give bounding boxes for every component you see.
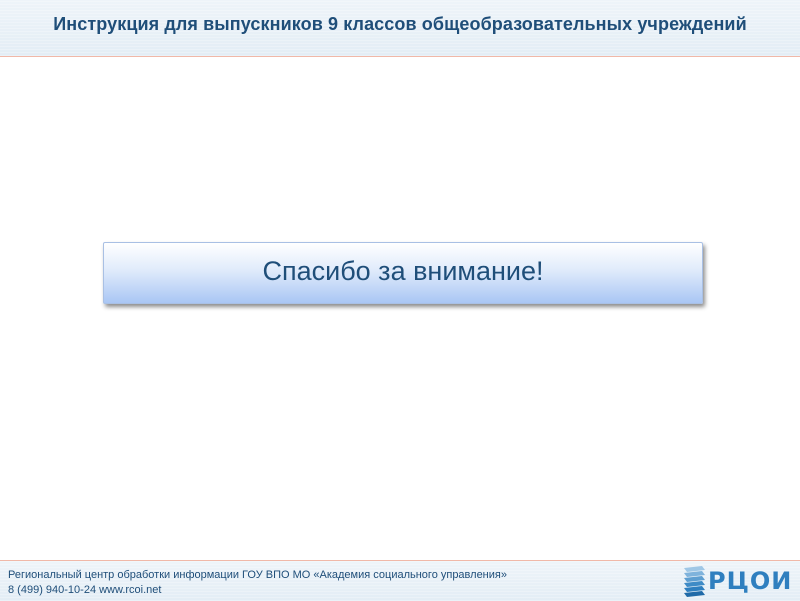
slide-header: Инструкция для выпускников 9 классов общ… — [0, 0, 800, 57]
thanks-box: Спасибо за внимание! — [103, 242, 703, 304]
footer-organization: Региональный центр обработки информации … — [8, 569, 507, 581]
rcoi-logo: РЦОИ — [680, 565, 792, 597]
stacked-sheets-icon — [684, 566, 705, 597]
thanks-text: Спасибо за внимание! — [262, 256, 544, 286]
footer-contacts: 8 (499) 940-10-24 www.rcoi.net — [8, 584, 162, 596]
slide-title: Инструкция для выпускников 9 классов общ… — [53, 14, 747, 34]
logo-text: РЦОИ — [708, 567, 793, 595]
